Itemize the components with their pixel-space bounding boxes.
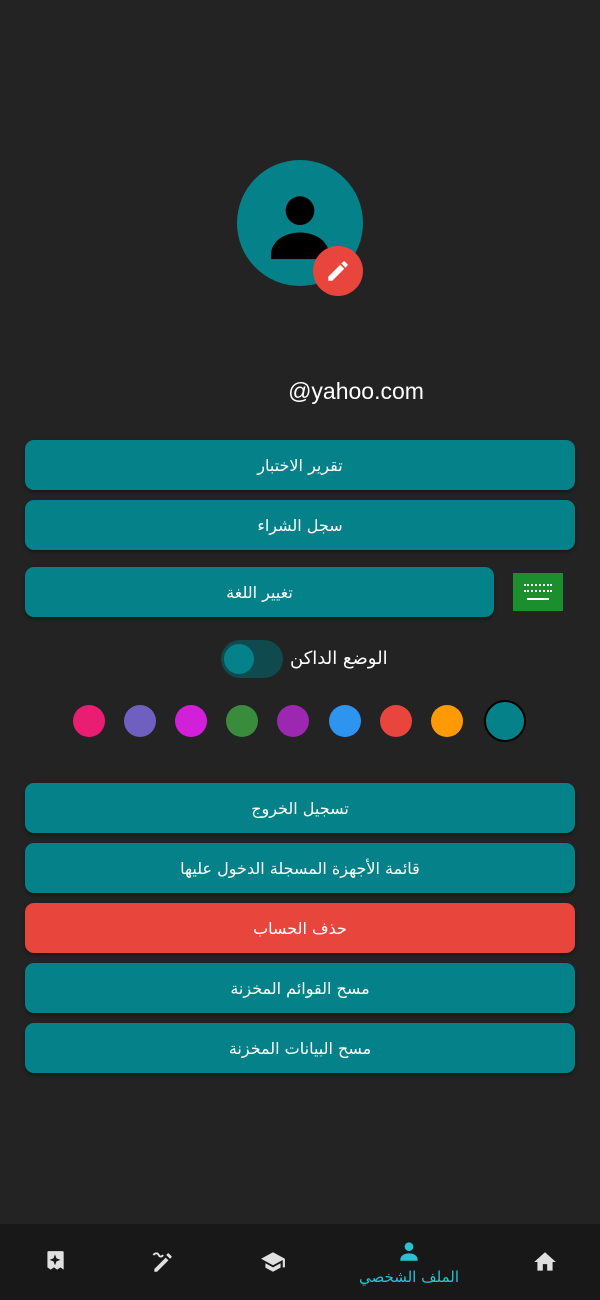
dark-mode-label: الوضع الداكن [290, 648, 388, 669]
saudi-flag-icon[interactable] [513, 573, 563, 611]
theme-color-picker [0, 700, 600, 744]
color-swatch[interactable] [329, 705, 361, 737]
home-icon [534, 1252, 556, 1271]
nav-item-home[interactable] [495, 1224, 595, 1300]
profile-icon [400, 1242, 418, 1261]
color-swatch[interactable] [277, 705, 309, 737]
flag-sword [527, 598, 549, 600]
profile-avatar-section [237, 160, 363, 296]
test-report-button[interactable]: تقرير الاختبار [25, 440, 575, 490]
nav-item-flashcards[interactable] [5, 1224, 105, 1300]
color-swatch[interactable] [73, 705, 105, 737]
flag-script [524, 584, 552, 592]
change-language-button[interactable]: تغيير اللغة [25, 567, 494, 617]
color-swatch[interactable] [226, 705, 258, 737]
clear-lists-button[interactable]: مسح القوائم المخزنة [25, 963, 575, 1013]
color-swatch[interactable] [175, 705, 207, 737]
nav-item-courses[interactable] [223, 1224, 323, 1300]
toggle-knob [224, 644, 254, 674]
sparkle-card-icon [47, 1251, 64, 1270]
nav-label-profile: الملف الشخصي [359, 1268, 459, 1286]
logout-button[interactable]: تسجيل الخروج [25, 783, 575, 833]
dark-mode-toggle[interactable] [221, 640, 283, 678]
graduation-cap-icon [261, 1252, 285, 1272]
purchase-history-button[interactable]: سجل الشراء [25, 500, 575, 550]
nav-item-practice[interactable] [113, 1224, 213, 1300]
color-swatch-selected[interactable] [484, 700, 526, 742]
user-email: @yahoo.com [288, 378, 424, 404]
color-swatch[interactable] [431, 705, 463, 737]
nav-item-profile[interactable]: الملف الشخصي [359, 1224, 459, 1300]
devices-list-button[interactable]: قائمة الأجهزة المسجلة الدخول عليها [25, 843, 575, 893]
pencil-icon [328, 261, 348, 281]
color-swatch[interactable] [380, 705, 412, 737]
edit-pen-icon [152, 1252, 172, 1272]
delete-account-button[interactable]: حذف الحساب [25, 903, 575, 953]
bottom-navigation: الملف الشخصي [0, 1224, 600, 1300]
dark-mode-row: الوضع الداكن [0, 638, 600, 682]
color-swatch[interactable] [124, 705, 156, 737]
edit-avatar-button[interactable] [313, 246, 363, 296]
clear-data-button[interactable]: مسح البيانات المخزنة [25, 1023, 575, 1073]
